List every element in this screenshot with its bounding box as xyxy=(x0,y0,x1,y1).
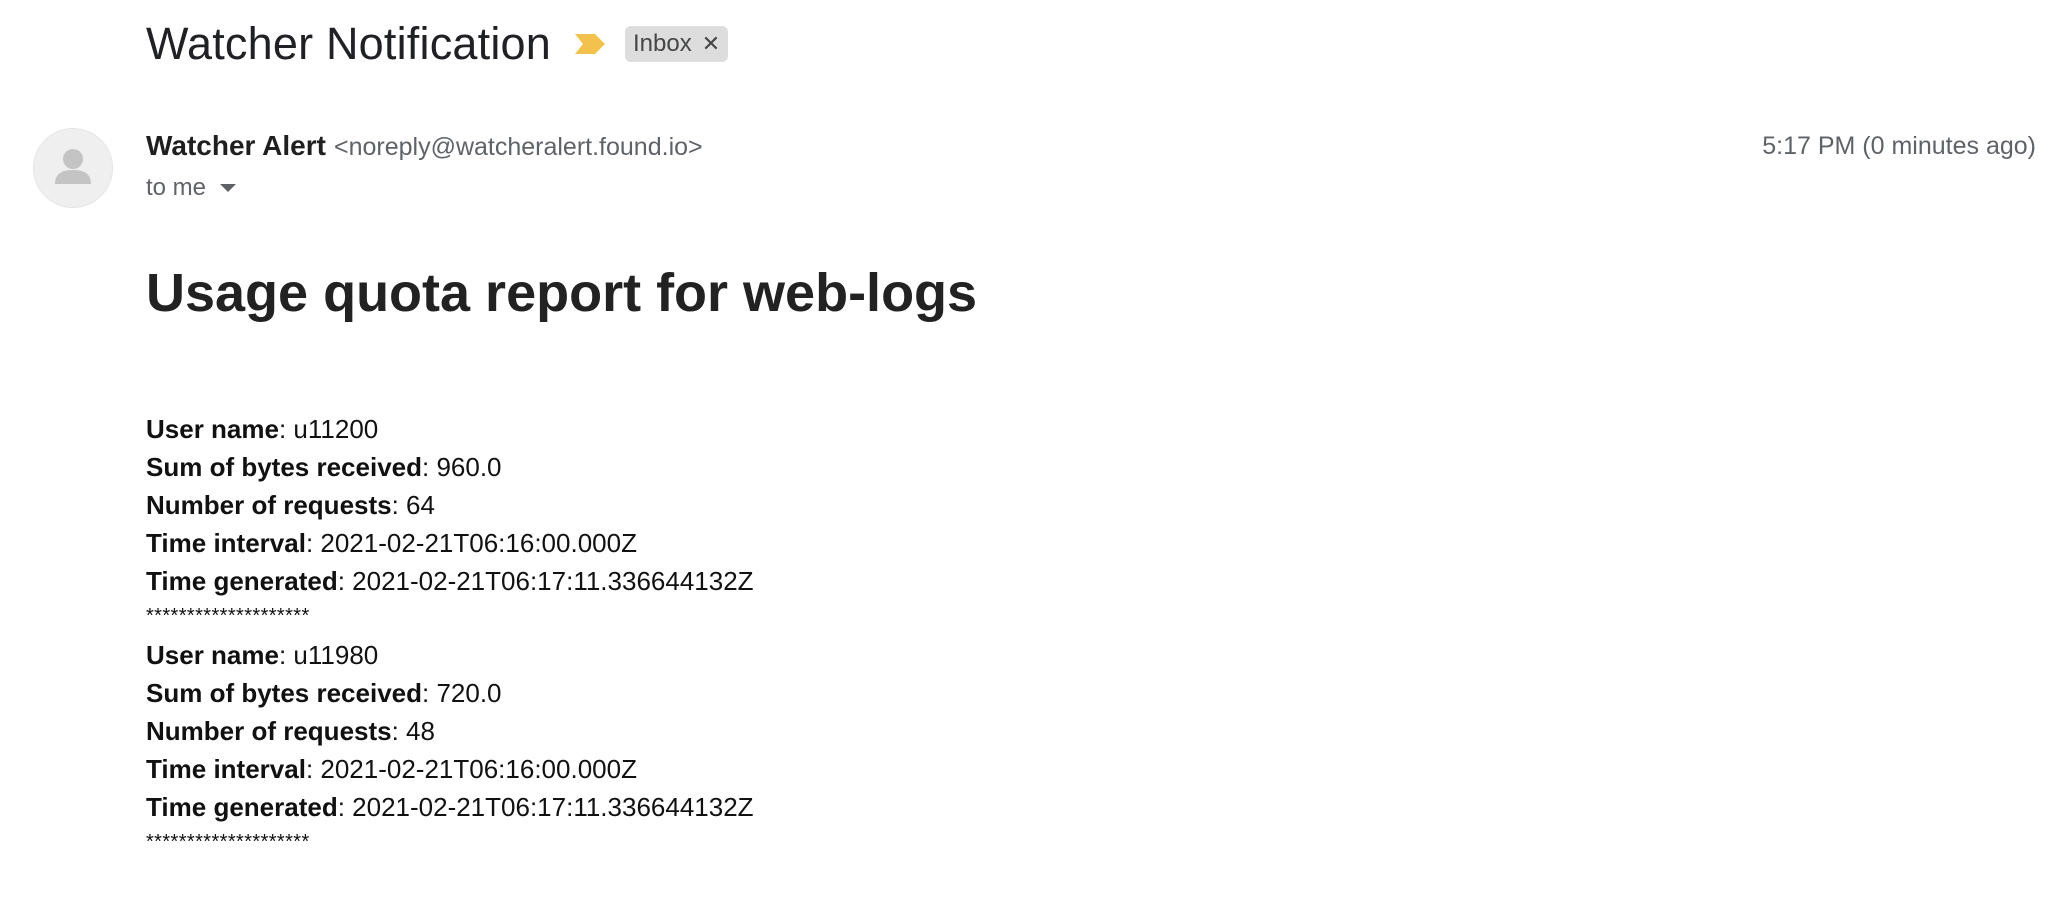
person-icon xyxy=(55,149,91,184)
label-chip-inbox: Inbox ✕ xyxy=(624,26,729,62)
record-user-name: User name: u11200 xyxy=(146,414,379,444)
record-separator: ******************** xyxy=(146,831,310,853)
report-records: User name: u11200 Sum of bytes received:… xyxy=(146,410,754,862)
record-bytes-received: Sum of bytes received: 720.0 xyxy=(146,678,502,708)
record-separator: ******************** xyxy=(146,605,310,627)
record-bytes-received: Sum of bytes received: 960.0 xyxy=(146,452,502,482)
close-icon[interactable]: ✕ xyxy=(702,31,720,57)
subject-row: Watcher Notification Inbox ✕ xyxy=(146,14,729,74)
caret-down-icon[interactable] xyxy=(220,184,237,192)
record-time-generated: Time generated: 2021-02-21T06:17:11.3366… xyxy=(146,566,754,596)
record-request-count: Number of requests: 48 xyxy=(146,716,435,746)
record-request-count: Number of requests: 64 xyxy=(146,490,435,520)
sender-avatar[interactable] xyxy=(33,128,113,208)
record-user-name: User name: u11980 xyxy=(146,640,379,670)
label-chip-text: Inbox xyxy=(632,30,692,57)
recipient-label: to me xyxy=(146,174,207,201)
record-time-generated: Time generated: 2021-02-21T06:17:11.3366… xyxy=(146,792,754,822)
sender-line: Watcher Alert <noreply@watcheralert.foun… xyxy=(146,130,703,166)
record-block: User name: u11200 Sum of bytes received:… xyxy=(146,410,754,630)
recipient-dropdown[interactable]: to me xyxy=(146,172,237,204)
importance-marker-icon[interactable] xyxy=(573,31,607,57)
report-title: Usage quota report for web-logs xyxy=(146,263,978,323)
email-timestamp: 5:17 PM (0 minutes ago) xyxy=(1762,132,2036,160)
record-block: User name: u11980 Sum of bytes received:… xyxy=(146,636,754,856)
email-subject: Watcher Notification xyxy=(146,18,551,69)
sender-email: <noreply@watcheralert.found.io> xyxy=(333,133,703,161)
sender-name[interactable]: Watcher Alert xyxy=(146,130,326,162)
record-time-interval: Time interval: 2021-02-21T06:16:00.000Z xyxy=(146,754,637,784)
record-time-interval: Time interval: 2021-02-21T06:16:00.000Z xyxy=(146,528,637,558)
